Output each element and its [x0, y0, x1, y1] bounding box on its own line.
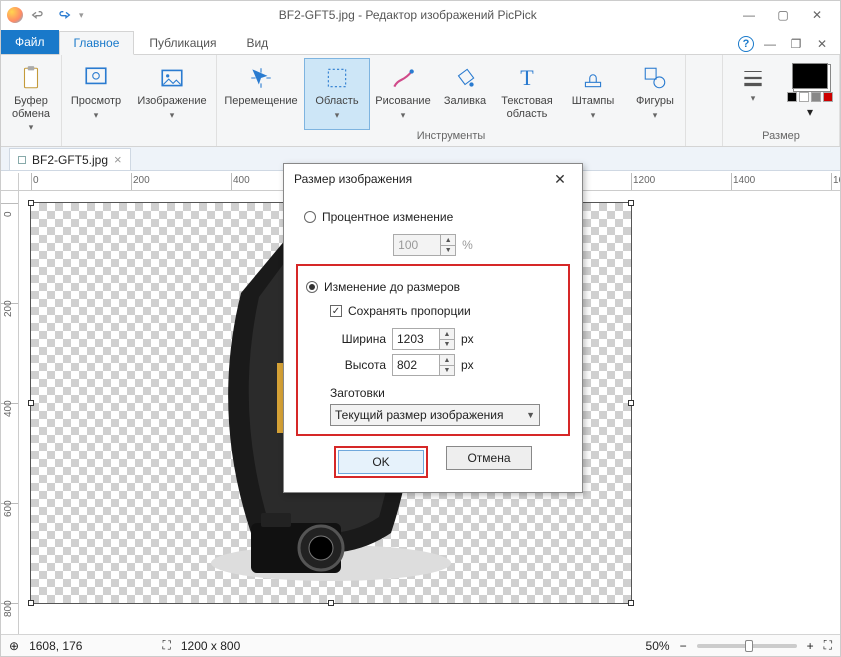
- minimize-button[interactable]: —: [732, 3, 766, 27]
- tool-shapes[interactable]: Фигуры ▾: [627, 59, 683, 129]
- preview-button[interactable]: Просмотр ▾: [64, 59, 128, 129]
- close-button[interactable]: ✕: [800, 3, 834, 27]
- tool-text[interactable]: T Текстовая область: [495, 59, 559, 129]
- zoom-in-button[interactable]: +: [807, 639, 814, 653]
- undo-button[interactable]: [27, 4, 49, 26]
- ribbon-minimize-button[interactable]: —: [760, 34, 780, 54]
- radio-icon: [306, 281, 318, 293]
- resize-handle-ne[interactable]: [628, 200, 634, 206]
- presets-label: Заготовки: [330, 386, 560, 400]
- title-bar: ▾ BF2-GFT5.jpg - Редактор изображений Pi…: [1, 1, 840, 29]
- cancel-button[interactable]: Отмена: [446, 446, 532, 470]
- cursor-pos-icon: ⊕: [9, 639, 19, 653]
- ribbon-close-button[interactable]: ✕: [812, 34, 832, 54]
- ribbon-tabs: Файл Главное Публикация Вид ? — ❐ ✕: [1, 29, 840, 55]
- close-tab-icon[interactable]: ×: [114, 152, 122, 167]
- dialog-title: Размер изображения: [294, 172, 412, 186]
- ruler-origin: [1, 173, 19, 191]
- app-icon: [7, 7, 23, 23]
- ribbon-restore-button[interactable]: ❐: [786, 34, 806, 54]
- width-label: Ширина: [330, 332, 386, 346]
- status-bar: ⊕ 1608, 176 ⛶ 1200 x 800 50% − + ⛶: [1, 634, 840, 656]
- document-tab-label: BF2-GFT5.jpg: [32, 153, 108, 167]
- chevron-down-icon: ▼: [526, 410, 535, 420]
- resize-handle-w[interactable]: [28, 400, 34, 406]
- spin-down-icon: ▼: [441, 245, 455, 255]
- resize-handle-sw[interactable]: [28, 600, 34, 606]
- document-tab[interactable]: BF2-GFT5.jpg ×: [9, 148, 131, 170]
- resize-handle-s[interactable]: [328, 600, 334, 606]
- window-title: BF2-GFT5.jpg - Редактор изображений PicP…: [84, 8, 732, 22]
- zoom-slider[interactable]: [697, 644, 797, 648]
- file-tab[interactable]: Файл: [1, 30, 59, 54]
- height-field[interactable]: [392, 354, 440, 376]
- tool-fill[interactable]: Заливка: [437, 59, 493, 129]
- presets-combobox[interactable]: Текущий размер изображения ▼: [330, 404, 540, 426]
- radio-icon: [304, 211, 316, 223]
- keep-ratio-label: Сохранять пропорции: [348, 304, 471, 318]
- resize-handle-nw[interactable]: [28, 200, 34, 206]
- spin-up-icon[interactable]: ▲: [440, 355, 454, 365]
- image-size: 1200 x 800: [181, 639, 240, 653]
- slider-thumb[interactable]: [745, 640, 753, 652]
- spin-down-icon[interactable]: ▼: [440, 339, 454, 349]
- width-input[interactable]: ▲▼: [392, 328, 455, 350]
- foreground-color-swatch[interactable]: [792, 63, 828, 89]
- redo-button[interactable]: [53, 4, 75, 26]
- spin-up-icon[interactable]: ▲: [440, 329, 454, 339]
- height-input[interactable]: ▲▼: [392, 354, 455, 376]
- tool-move[interactable]: Перемещение: [219, 59, 303, 129]
- radio-pixels[interactable]: Изменение до размеров: [306, 280, 560, 294]
- checkbox-icon: ✓: [330, 305, 342, 317]
- tool-stamps[interactable]: Штампы ▾: [561, 59, 625, 129]
- spin-down-icon[interactable]: ▼: [440, 365, 454, 375]
- zoom-out-button[interactable]: −: [680, 639, 687, 653]
- radio-percent-label: Процентное изменение: [322, 210, 453, 224]
- resize-handle-se[interactable]: [628, 600, 634, 606]
- resize-dialog: Размер изображения ✕ Процентное изменени…: [283, 163, 583, 493]
- px-unit: px: [461, 332, 474, 346]
- resize-handle-e[interactable]: [628, 400, 634, 406]
- stroke-width-button[interactable]: ▾: [725, 59, 781, 129]
- fit-button[interactable]: ⛶: [824, 638, 832, 653]
- keep-ratio-checkbox[interactable]: ✓ Сохранять пропорции: [330, 304, 560, 318]
- image-button[interactable]: Изображение ▾: [130, 59, 214, 129]
- tab-main[interactable]: Главное: [59, 31, 135, 55]
- zoom-value: 50%: [646, 639, 670, 653]
- tool-draw[interactable]: Рисование ▾: [371, 59, 435, 129]
- ribbon: Буфер обмена ▾ Просмотр ▾ Изображение ▾: [1, 55, 840, 147]
- dialog-titlebar[interactable]: Размер изображения ✕: [284, 164, 582, 194]
- tab-publish[interactable]: Публикация: [134, 30, 231, 54]
- image-size-icon: ⛶: [162, 638, 170, 653]
- width-field[interactable]: [392, 328, 440, 350]
- help-button[interactable]: ?: [738, 36, 754, 52]
- spin-up-icon: ▲: [441, 235, 455, 245]
- preset-value: Текущий размер изображения: [335, 408, 503, 422]
- radio-percent[interactable]: Процентное изменение: [304, 210, 570, 224]
- percent-field: [393, 234, 441, 256]
- percent-input: ▲▼: [393, 234, 456, 256]
- px-unit: px: [461, 358, 474, 372]
- tool-select-region[interactable]: Область ▾: [305, 59, 369, 129]
- highlight-box: Изменение до размеров ✓ Сохранять пропор…: [296, 264, 570, 436]
- dialog-close-button[interactable]: ✕: [548, 167, 572, 191]
- color-picker[interactable]: ▾: [783, 59, 837, 123]
- tab-view[interactable]: Вид: [231, 30, 283, 54]
- maximize-button[interactable]: ▢: [766, 3, 800, 27]
- vertical-ruler: 0200400600800: [1, 191, 19, 634]
- height-label: Высота: [330, 358, 386, 372]
- cursor-position: 1608, 176: [29, 639, 82, 653]
- ok-button[interactable]: OK: [338, 450, 424, 474]
- radio-pixels-label: Изменение до размеров: [324, 280, 460, 294]
- clipboard-button[interactable]: Буфер обмена ▾: [3, 59, 59, 129]
- percent-unit: %: [462, 238, 473, 252]
- ok-highlight: OK: [334, 446, 428, 478]
- doc-icon: [18, 156, 26, 164]
